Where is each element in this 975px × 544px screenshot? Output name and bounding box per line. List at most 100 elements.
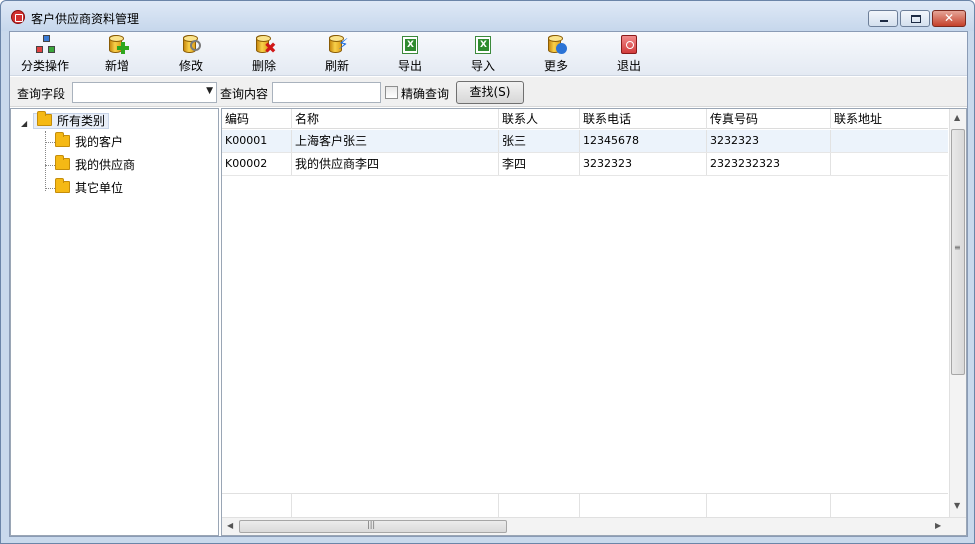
more-icon	[545, 34, 567, 56]
tool-label: 导入	[470, 59, 495, 73]
column-header[interactable]: 联系电话	[580, 109, 707, 129]
import-excel-icon	[472, 34, 494, 56]
table-cell: 李四	[499, 153, 580, 175]
data-grid: 编码 名称 联系人 联系电话 传真号码 联系地址 K00001 上海客户张三 张…	[221, 108, 967, 536]
column-header[interactable]: 编码	[222, 109, 292, 129]
app-window: 客户供应商资料管理 ✕ 分类操作 新增 修改 ✖ 删除 ⚡ 刷新 X 导出 X …	[0, 0, 975, 544]
category-ops-button[interactable]: 分类操作	[14, 34, 76, 74]
table-cell	[831, 153, 948, 175]
scroll-right-icon[interactable]: ▶	[935, 521, 941, 530]
more-button[interactable]: 更多	[525, 34, 587, 74]
tree-node-customers[interactable]: 我的客户	[55, 132, 123, 152]
export-button[interactable]: 导出	[379, 34, 441, 74]
tree-node-suppliers[interactable]: 我的供应商	[55, 155, 135, 175]
tree-node-root[interactable]: 所有类别	[33, 111, 110, 131]
table-cell: 3232323	[580, 153, 707, 175]
scroll-up-icon[interactable]: ▲	[954, 113, 960, 122]
footer-cell	[222, 494, 292, 517]
column-header[interactable]: 名称	[292, 109, 499, 129]
tool-label: 分类操作	[20, 59, 69, 73]
folder-icon	[55, 155, 70, 170]
scroll-down-icon[interactable]: ▼	[954, 501, 960, 510]
search-content-label: 查询内容	[220, 87, 269, 101]
tree-node-others[interactable]: 其它单位	[55, 178, 123, 198]
tool-label: 新增	[104, 59, 129, 73]
exact-search-checkbox[interactable]	[385, 86, 398, 99]
table-cell	[831, 130, 948, 152]
grid-header: 编码 名称 联系人 联系电话 传真号码 联系地址	[222, 109, 948, 129]
maximize-icon	[911, 15, 921, 23]
category-tree: ◢ 所有类别 我的客户 我的供应商 其它单位	[10, 108, 219, 536]
tool-label: 更多	[543, 59, 568, 73]
edit-button[interactable]: 修改	[160, 34, 222, 74]
folder-icon	[37, 111, 52, 126]
horizontal-scroll-thumb[interactable]: |||	[239, 520, 507, 533]
import-button[interactable]: 导入	[452, 34, 514, 74]
tool-label: 删除	[251, 59, 276, 73]
add-button[interactable]: 新增	[86, 34, 148, 74]
close-icon: ✕	[943, 11, 955, 25]
add-icon	[106, 34, 129, 56]
tool-label: 导出	[397, 59, 422, 73]
table-row[interactable]: K00002 我的供应商李四 李四 3232323 2323232323	[222, 153, 948, 176]
delete-button[interactable]: ✖ 删除	[233, 34, 295, 74]
table-row[interactable]: K00001 上海客户张三 张三 12345678 3232323	[222, 130, 948, 153]
exit-button[interactable]: 退出	[598, 34, 660, 74]
exit-icon	[618, 34, 640, 56]
tree-node-label: 所有类别	[57, 114, 106, 128]
tool-label: 修改	[178, 59, 203, 73]
chevron-down-icon[interactable]: ▼	[206, 86, 213, 96]
tool-label: 刷新	[324, 59, 349, 73]
column-header[interactable]: 传真号码	[707, 109, 831, 129]
scroll-left-icon[interactable]: ◀	[227, 521, 233, 530]
table-cell: 上海客户张三	[292, 130, 499, 152]
tree-node-label: 其它单位	[75, 181, 124, 195]
table-cell: K00001	[222, 130, 292, 152]
search-bar: 查询字段 ▼ 查询内容 精确查询 查找(S)	[10, 77, 967, 107]
minimize-button[interactable]	[868, 10, 898, 27]
tree-node-selected: 所有类别	[33, 111, 110, 129]
maximize-button[interactable]	[900, 10, 930, 27]
window-title: 客户供应商资料管理	[31, 12, 140, 26]
footer-cell	[707, 494, 831, 517]
table-cell: K00002	[222, 153, 292, 175]
table-cell: 我的供应商李四	[292, 153, 499, 175]
collapse-icon[interactable]: ◢	[21, 119, 27, 128]
refresh-button[interactable]: ⚡ 刷新	[306, 34, 368, 74]
vertical-scroll-thumb[interactable]: ≡	[951, 129, 965, 375]
category-icon	[34, 34, 56, 56]
refresh-icon: ⚡	[326, 34, 349, 56]
folder-icon	[55, 178, 70, 193]
footer-cell	[580, 494, 707, 517]
find-button[interactable]: 查找(S)	[456, 81, 524, 104]
export-excel-icon	[399, 34, 421, 56]
column-header[interactable]: 联系人	[499, 109, 580, 129]
footer-cell	[499, 494, 580, 517]
table-cell: 3232323	[707, 130, 831, 152]
table-cell: 12345678	[580, 130, 707, 152]
grip-icon: |||	[367, 520, 376, 529]
app-logo-icon	[11, 10, 25, 24]
search-field-label: 查询字段	[17, 87, 66, 101]
table-cell: 2323232323	[707, 153, 831, 175]
client-area: 分类操作 新增 修改 ✖ 删除 ⚡ 刷新 导出	[9, 31, 968, 537]
tool-label: 退出	[616, 59, 641, 73]
search-content-input[interactable]	[272, 82, 381, 103]
footer-cell	[292, 494, 499, 517]
vertical-scrollbar[interactable]: ▲ ≡ ▼	[949, 109, 966, 517]
delete-icon: ✖	[253, 34, 277, 56]
edit-icon	[180, 34, 202, 56]
close-button[interactable]: ✕	[932, 10, 966, 27]
tree-node-label: 我的供应商	[75, 158, 136, 172]
tree-line	[45, 131, 46, 191]
column-header[interactable]: 联系地址	[831, 109, 948, 129]
table-cell: 张三	[499, 130, 580, 152]
minimize-icon	[880, 20, 888, 22]
exact-search-label[interactable]: 精确查询	[401, 85, 449, 102]
search-field-select[interactable]: ▼	[72, 82, 217, 103]
horizontal-scrollbar[interactable]: ◀ ||| ▶	[222, 517, 966, 535]
folder-icon	[55, 132, 70, 147]
title-bar[interactable]: 客户供应商资料管理 ✕	[1, 1, 974, 31]
grip-icon: ≡	[954, 243, 961, 252]
tree-node-label: 我的客户	[75, 135, 124, 149]
